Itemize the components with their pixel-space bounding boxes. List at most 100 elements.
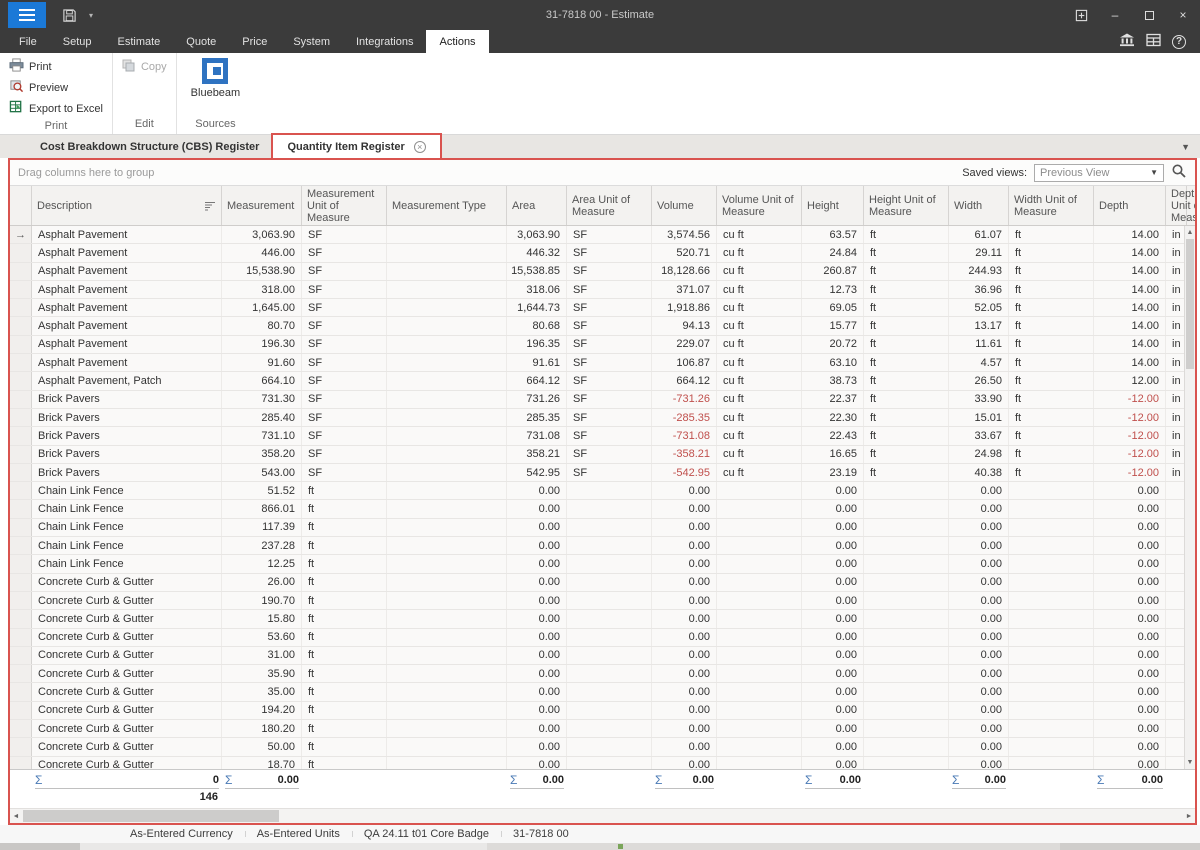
cell-depth[interactable]: 0.00	[1094, 702, 1166, 719]
cell-volume[interactable]: 106.87	[652, 354, 717, 371]
cell-depth[interactable]: 14.00	[1094, 317, 1166, 334]
table-row[interactable]: Concrete Curb & Gutter53.60ft0.000.000.0…	[10, 629, 1195, 647]
cell-height[interactable]: 12.73	[802, 281, 864, 298]
help-icon[interactable]: ?	[1172, 35, 1186, 49]
cell-volume_uom[interactable]: cu ft	[717, 409, 802, 426]
cell-measurement_uom[interactable]: SF	[302, 244, 387, 261]
cell-height_uom[interactable]: ft	[864, 391, 949, 408]
cell-depth[interactable]: -12.00	[1094, 446, 1166, 463]
cell-width[interactable]: 0.00	[949, 592, 1009, 609]
cell-description[interactable]: Asphalt Pavement	[32, 263, 222, 280]
cell-volume[interactable]: 0.00	[652, 683, 717, 700]
menu-tab-actions[interactable]: Actions	[426, 30, 488, 53]
cell-volume[interactable]: -542.95	[652, 464, 717, 481]
cell-depth[interactable]: 0.00	[1094, 574, 1166, 591]
cell-depth[interactable]: 0.00	[1094, 500, 1166, 517]
table-row[interactable]: Asphalt Pavement446.00SF446.32SF520.71cu…	[10, 244, 1195, 262]
cell-measurement_type[interactable]	[387, 336, 507, 353]
cell-volume[interactable]: 664.12	[652, 372, 717, 389]
cell-height[interactable]: 63.10	[802, 354, 864, 371]
cell-width[interactable]: 244.93	[949, 263, 1009, 280]
quick-access-caret-icon[interactable]: ▾	[89, 11, 93, 20]
tab-close-icon[interactable]: ×	[414, 141, 426, 153]
cell-volume[interactable]: 1,918.86	[652, 299, 717, 316]
cell-area[interactable]: 285.35	[507, 409, 567, 426]
cell-depth[interactable]: 0.00	[1094, 665, 1166, 682]
print-button[interactable]: Print	[4, 56, 108, 77]
cell-depth[interactable]: 12.00	[1094, 372, 1166, 389]
cell-measurement_uom[interactable]: ft	[302, 482, 387, 499]
cell-area[interactable]: 0.00	[507, 720, 567, 737]
cell-measurement[interactable]: 318.00	[222, 281, 302, 298]
cell-volume[interactable]: -731.26	[652, 391, 717, 408]
cell-description[interactable]: Chain Link Fence	[32, 482, 222, 499]
cell-measurement_uom[interactable]: SF	[302, 281, 387, 298]
cell-width[interactable]: 4.57	[949, 354, 1009, 371]
column-header-volume[interactable]: Volume	[652, 186, 717, 225]
cell-width[interactable]: 15.01	[949, 409, 1009, 426]
cell-volume[interactable]: 0.00	[652, 629, 717, 646]
cell-width_uom[interactable]: ft	[1009, 354, 1094, 371]
cell-width_uom[interactable]: ft	[1009, 226, 1094, 243]
column-header-height_uom[interactable]: Height Unit of Measure	[864, 186, 949, 225]
close-button[interactable]: ×	[1166, 0, 1200, 30]
cell-measurement_type[interactable]	[387, 738, 507, 755]
cell-measurement_uom[interactable]: ft	[302, 683, 387, 700]
menu-tab-system[interactable]: System	[280, 30, 343, 53]
cell-area[interactable]: 0.00	[507, 519, 567, 536]
estimate-browser-icon[interactable]	[1119, 33, 1135, 50]
cell-area_uom[interactable]	[567, 555, 652, 572]
table-row[interactable]: Chain Link Fence51.52ft0.000.000.000.000…	[10, 482, 1195, 500]
cell-description[interactable]: Brick Pavers	[32, 446, 222, 463]
cell-width_uom[interactable]: ft	[1009, 336, 1094, 353]
cell-description[interactable]: Concrete Curb & Gutter	[32, 720, 222, 737]
cell-description[interactable]: Chain Link Fence	[32, 537, 222, 554]
cell-description[interactable]: Asphalt Pavement	[32, 317, 222, 334]
cell-measurement_uom[interactable]: ft	[302, 500, 387, 517]
table-row[interactable]: Concrete Curb & Gutter35.00ft0.000.000.0…	[10, 683, 1195, 701]
cell-measurement_uom[interactable]: SF	[302, 464, 387, 481]
cell-volume[interactable]: 94.13	[652, 317, 717, 334]
cell-width[interactable]: 0.00	[949, 482, 1009, 499]
cell-measurement_uom[interactable]: SF	[302, 336, 387, 353]
cell-height[interactable]: 0.00	[802, 537, 864, 554]
cell-volume_uom[interactable]: cu ft	[717, 464, 802, 481]
app-menu-button[interactable]	[8, 2, 46, 28]
cell-measurement_uom[interactable]: ft	[302, 519, 387, 536]
cell-measurement_type[interactable]	[387, 647, 507, 664]
cell-measurement_uom[interactable]: ft	[302, 537, 387, 554]
cell-measurement_type[interactable]	[387, 574, 507, 591]
table-row[interactable]: Asphalt Pavement196.30SF196.35SF229.07cu…	[10, 336, 1195, 354]
cell-depth[interactable]: 0.00	[1094, 592, 1166, 609]
cell-width_uom[interactable]: ft	[1009, 372, 1094, 389]
cell-volume_uom[interactable]: cu ft	[717, 372, 802, 389]
cell-height_uom[interactable]: ft	[864, 409, 949, 426]
cell-area[interactable]: 0.00	[507, 683, 567, 700]
cell-area_uom[interactable]: SF	[567, 446, 652, 463]
cell-width_uom[interactable]	[1009, 519, 1094, 536]
cell-area[interactable]: 0.00	[507, 482, 567, 499]
cell-measurement[interactable]: 53.60	[222, 629, 302, 646]
cell-height_uom[interactable]	[864, 592, 949, 609]
cell-measurement_type[interactable]	[387, 683, 507, 700]
cell-height[interactable]: 0.00	[802, 757, 864, 769]
cell-volume_uom[interactable]: cu ft	[717, 354, 802, 371]
table-row[interactable]: Concrete Curb & Gutter35.90ft0.000.000.0…	[10, 665, 1195, 683]
cell-width[interactable]: 0.00	[949, 702, 1009, 719]
cell-description[interactable]: Brick Pavers	[32, 409, 222, 426]
cell-measurement_uom[interactable]: SF	[302, 263, 387, 280]
cell-measurement[interactable]: 18.70	[222, 757, 302, 769]
cell-height_uom[interactable]: ft	[864, 336, 949, 353]
group-by-band[interactable]: Drag columns here to group Saved views: …	[10, 160, 1195, 186]
cell-width[interactable]: 0.00	[949, 537, 1009, 554]
horizontal-scroll-thumb[interactable]	[23, 810, 279, 822]
cell-measurement_uom[interactable]: SF	[302, 317, 387, 334]
table-row[interactable]: Concrete Curb & Gutter180.20ft0.000.000.…	[10, 720, 1195, 738]
cell-area[interactable]: 731.26	[507, 391, 567, 408]
menu-tab-estimate[interactable]: Estimate	[104, 30, 173, 53]
column-header-measurement_type[interactable]: Measurement Type	[387, 186, 507, 225]
cell-width[interactable]: 61.07	[949, 226, 1009, 243]
cell-area[interactable]: 91.61	[507, 354, 567, 371]
cell-width[interactable]: 13.17	[949, 317, 1009, 334]
cell-measurement[interactable]: 26.00	[222, 574, 302, 591]
